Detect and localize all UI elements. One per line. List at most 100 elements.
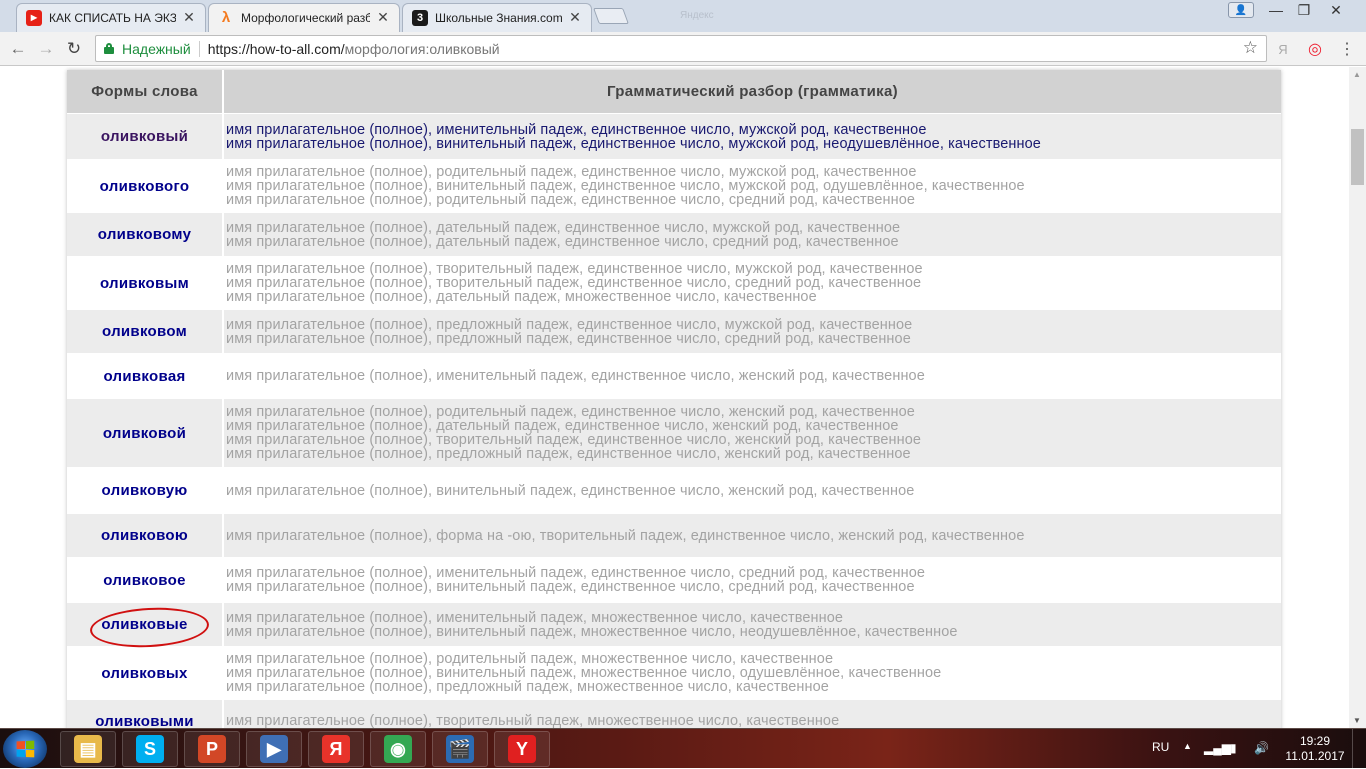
battery-icon[interactable]: ▮	[1230, 741, 1237, 755]
bookmark-star-icon[interactable]: ☆	[1243, 38, 1258, 58]
table-row: оливковою имя прилагательное (полное), фо…	[67, 514, 1281, 557]
analysis-line: имя прилагательное (полное), творительны…	[226, 275, 922, 291]
analysis-line: имя прилагательное (полное), предложный …	[226, 679, 829, 695]
scroll-down-icon[interactable]: ▼	[1353, 716, 1361, 725]
taskbar-app-yandex-browser[interactable]: Y	[494, 731, 550, 767]
taskbar-app-yandex[interactable]: Я	[308, 731, 364, 767]
taskbar-app-explorer[interactable]: ▤	[60, 731, 116, 767]
lock-icon	[104, 43, 114, 54]
analysis-line: имя прилагательное (полное), предложный …	[226, 330, 911, 347]
analysis-line: имя прилагательное (полное), форма на -о…	[226, 527, 1025, 544]
profile-icon[interactable]: 👤	[1228, 2, 1254, 18]
word-form: оливковое	[67, 557, 224, 603]
grammar-analysis: имя прилагательное (полное), родительный…	[224, 646, 1281, 700]
tab-youtube[interactable]: ▶ КАК СПИСАТЬ НА ЭКЗА ✕	[16, 3, 206, 32]
table-header-row: Формы слова Грамматический разбор (грамм…	[67, 70, 1281, 114]
grammar-analysis: имя прилагательное (полное), винительный…	[224, 467, 1281, 514]
system-clock[interactable]: 19:29 11.01.2017	[1284, 734, 1346, 764]
analysis-line: имя прилагательное (полное), именительны…	[226, 565, 926, 581]
scroll-thumb[interactable]	[1351, 129, 1364, 185]
minimize-button[interactable]: —	[1262, 0, 1290, 20]
extension-target-icon[interactable]: ◎	[1306, 40, 1324, 58]
taskbar-app-movie-maker[interactable]: 🎬	[432, 731, 488, 767]
tab-title: Школьные Знания.com	[435, 10, 562, 25]
grammar-analysis: имя прилагательное (полное), творительны…	[224, 256, 1281, 310]
url-host: https://how-to-all.com/	[207, 40, 345, 57]
start-button[interactable]	[3, 730, 47, 768]
grammar-analysis: имя прилагательное (полное), дательный п…	[224, 213, 1281, 256]
volume-icon[interactable]: 🔊	[1254, 741, 1269, 755]
close-icon[interactable]: ✕	[376, 9, 390, 26]
tab-znania[interactable]: 3 Школьные Знания.com ✕	[402, 3, 592, 32]
word-form: оливковой	[67, 399, 224, 467]
url-separator	[198, 40, 200, 57]
close-icon[interactable]: ✕	[182, 9, 196, 26]
analysis-line: имя прилагательное (полное), дательный п…	[226, 219, 901, 236]
ghost-tab-label: Яндекс	[680, 10, 714, 21]
analysis-line: имя прилагательное (полное), предложный …	[226, 316, 913, 333]
tab-strip: ▶ КАК СПИСАТЬ НА ЭКЗА ✕ λ Морфологически…	[0, 0, 1366, 32]
tray-expand-icon[interactable]: ▲	[1183, 741, 1192, 751]
taskbar-app-powerpoint[interactable]: P	[184, 731, 240, 767]
media-player-icon: ▶	[260, 735, 288, 763]
powerpoint-icon: P	[198, 735, 226, 763]
windows-logo-icon	[16, 740, 35, 758]
address-bar[interactable]: Надежный https://how-to-all.com/ морфоло…	[95, 35, 1267, 62]
yandex-browser-icon: Y	[508, 735, 536, 763]
table-row: оливковой имя прилагательное (полное), ро…	[67, 399, 1281, 467]
menu-icon[interactable]: ⋮	[1338, 40, 1356, 58]
maximize-button[interactable]: ❐	[1290, 0, 1318, 20]
analysis-line: имя прилагательное (полное), именительны…	[226, 368, 925, 384]
table-row: оливковая имя прилагательное (полное), им…	[67, 353, 1281, 399]
chrome-icon: ◉	[384, 735, 412, 763]
yandex-extension-icon[interactable]: Я	[1274, 40, 1292, 58]
scroll-up-icon[interactable]: ▲	[1353, 70, 1361, 79]
analysis-line: имя прилагательное (полное), родительный…	[226, 404, 915, 420]
windows-taskbar: ▤ S P ▶ Я ◉ 🎬 Y RU ▲ ▂▄▆ ▮ 🔊 19:29 11.01.2017	[0, 728, 1366, 769]
taskbar-app-skype[interactable]: S	[122, 731, 178, 767]
close-icon[interactable]: ✕	[568, 9, 582, 26]
analysis-line: имя прилагательное (полное), винительный…	[226, 623, 958, 640]
analysis-line: имя прилагательное (полное), винительный…	[226, 665, 942, 681]
reload-button[interactable]: ↻	[62, 37, 86, 61]
grammar-analysis: имя прилагательное (полное), именительны…	[224, 557, 1281, 603]
taskbar-app-chrome[interactable]: ◉	[370, 731, 426, 767]
word-form: оливковыми	[67, 700, 224, 728]
grammar-analysis: имя прилагательное (полное), предложный …	[224, 310, 1281, 353]
network-signal-icon[interactable]: ▂▄▆	[1204, 741, 1231, 755]
word-form: оливковым	[67, 256, 224, 310]
yandex-icon: Я	[322, 735, 350, 763]
analysis-line: имя прилагательное (полное), винительный…	[226, 178, 1025, 194]
analysis-line: имя прилагательное (полное), дательный п…	[226, 233, 899, 250]
znania-icon: 3	[412, 9, 428, 26]
show-desktop-button[interactable]	[1352, 729, 1366, 769]
language-indicator[interactable]: RU	[1152, 740, 1169, 754]
table-row: оливковое имя прилагательное (полное), им…	[67, 557, 1281, 603]
analysis-line: имя прилагательное (полное), творительны…	[226, 713, 840, 728]
explorer-icon: ▤	[74, 735, 102, 763]
header-analysis: Грамматический разбор (грамматика)	[224, 70, 1281, 114]
tab-morphology[interactable]: λ Морфологический разб ✕	[208, 3, 400, 32]
word-form: оливковый	[67, 114, 224, 159]
morphology-table: Формы слова Грамматический разбор (грамм…	[67, 70, 1281, 728]
window-close-button[interactable]: ✕	[1322, 0, 1350, 20]
analysis-line: имя прилагательное (полное), родительный…	[226, 651, 834, 667]
forward-button[interactable]: →	[34, 37, 58, 61]
taskbar-app-media-player[interactable]: ▶	[246, 731, 302, 767]
lambda-icon: λ	[221, 9, 231, 26]
analysis-line: имя прилагательное (полное), дательный п…	[226, 289, 817, 305]
table-row: оливкового имя прилагательное (полное), р…	[67, 159, 1281, 213]
grammar-analysis: имя прилагательное (полное), именительны…	[224, 114, 1281, 159]
clock-date: 11.01.2017	[1285, 749, 1345, 763]
table-row: оливковый имя прилагательное (полное), им…	[67, 114, 1281, 159]
secure-label: Надежный	[122, 40, 191, 57]
word-form: оливковою	[67, 514, 224, 557]
grammar-analysis: имя прилагательное (полное), именительны…	[224, 603, 1281, 646]
analysis-line: имя прилагательное (полное), дательный п…	[226, 418, 899, 434]
clock-time: 19:29	[1299, 734, 1331, 748]
table-row: оливковыми имя прилагательное (полное), т…	[67, 700, 1281, 728]
back-button[interactable]: ←	[6, 37, 30, 61]
vertical-scrollbar[interactable]: ▲ ▼	[1349, 67, 1366, 728]
tab-title: КАК СПИСАТЬ НА ЭКЗА	[49, 10, 176, 25]
new-tab-button[interactable]	[593, 8, 629, 24]
